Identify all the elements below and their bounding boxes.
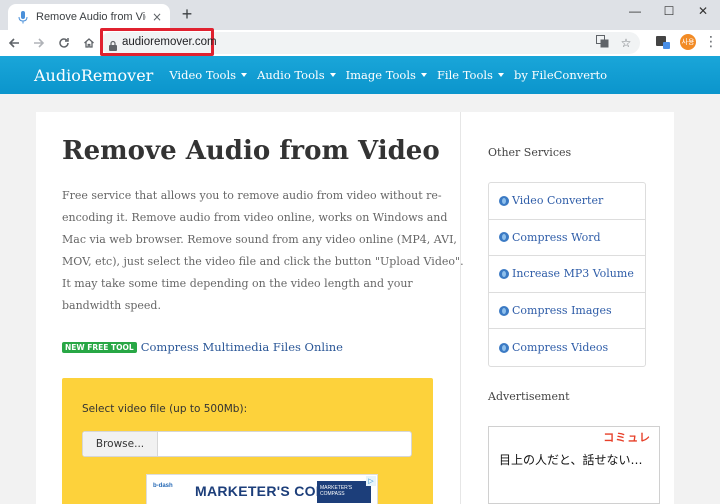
nav-by-fileconverto[interactable]: by FileConverto [514,68,607,82]
site-nav-bar: AudioRemover Video Tools Audio Tools Ima… [0,56,720,94]
browser-tab-bar: Remove Audio from Video Onli × + — ☐ ✕ [0,0,720,30]
nav-audio-tools[interactable]: Audio Tools [257,68,336,82]
sidebar-ad-text: 目上の人だと、話せない… [499,453,643,467]
chevron-down-icon [497,73,504,77]
services-list: Video Converter Compress Word Increase M… [488,182,646,367]
nav-label: File Tools [436,68,493,82]
service-label: Compress Images [512,304,612,318]
new-tab-button[interactable]: + [178,5,196,24]
advertisement-heading: Advertisement [488,390,570,403]
service-increase-mp3-volume[interactable]: Increase MP3 Volume [489,256,645,293]
window-controls: — ☐ ✕ [618,0,720,22]
browse-button[interactable]: Browse... [83,432,158,456]
nav-file-tools[interactable]: File Tools [437,68,504,82]
bookmark-star-icon[interactable]: ☆ [618,35,634,51]
back-icon[interactable] [3,32,25,54]
description-line: Mac via web browser. Remove sound from a… [62,233,457,246]
browser-tab[interactable]: Remove Audio from Video Onli × [8,4,170,30]
sidebar-ad-brand: コミュレ [603,431,651,444]
nav-label: Audio Tools [257,68,325,82]
globe-icon [499,342,509,353]
microphone-icon [16,10,30,24]
forward-icon[interactable] [28,32,50,54]
ad-choices-icon[interactable]: ▷ [366,476,376,486]
ad-banner[interactable]: b-dash MARKETER'S COMPASS MARKETER'S COM… [146,474,378,504]
description-line: MOV, etc), just select the video file an… [62,255,464,268]
description-line: It may take some time depending on the v… [62,277,413,290]
description-line: encoding it. Remove audio from video onl… [62,211,448,224]
other-services-heading: Other Services [488,146,572,159]
upload-label: Select video file (up to 500Mb): [82,403,248,415]
home-icon[interactable] [78,32,100,54]
globe-icon [499,195,509,206]
column-divider [460,112,461,504]
minimize-button[interactable]: — [618,0,652,22]
globe-icon [499,232,509,243]
close-window-button[interactable]: ✕ [686,0,720,22]
description-line: Free service that allows you to remove a… [62,189,442,202]
new-tool-badge: NEW FREE TOOL [62,341,137,353]
nav-label: by FileConverto [513,68,608,82]
chevron-down-icon [329,73,336,77]
ad-book-cover: MARKETER'S COMPASS [317,481,371,503]
description-line: bandwidth speed. [62,299,161,312]
url-text[interactable]: audioremover.com [122,36,217,48]
nav-video-tools[interactable]: Video Tools [169,68,248,82]
browser-toolbar: audioremover.com ☆ 사용 ⋮ [0,28,720,56]
chevron-down-icon [420,73,427,77]
nav-label: Video Tools [169,68,237,82]
service-label: Compress Word [512,230,601,244]
upload-panel: Select video file (up to 500Mb): Browse.… [62,378,433,504]
service-label: Increase MP3 Volume [512,267,634,281]
extension-icon[interactable] [654,33,672,51]
sidebar-ad[interactable]: コミュレ 目上の人だと、話せない… [488,426,660,504]
profile-avatar[interactable]: 사용 [680,34,696,50]
compress-multimedia-link[interactable]: Compress Multimedia Files Online [141,340,343,354]
service-label: Compress Videos [512,341,609,355]
maximize-button[interactable]: ☐ [652,0,686,22]
tab-close-icon[interactable]: × [150,10,164,24]
address-bar[interactable]: audioremover.com ☆ [100,28,640,56]
page-title: Remove Audio from Video [62,136,440,166]
translate-icon[interactable] [594,35,610,51]
promo-row: NEW FREE TOOL Compress Multimedia Files … [62,340,343,354]
ad-logo: b-dash [153,483,173,489]
service-label: Video Converter [512,194,604,208]
globe-icon [499,305,509,316]
service-compress-videos[interactable]: Compress Videos [489,329,645,366]
tab-title: Remove Audio from Video Onli [36,11,146,23]
nav-image-tools[interactable]: Image Tools [346,68,427,82]
globe-icon [499,268,509,279]
browser-menu-icon[interactable]: ⋮ [704,34,718,50]
nav-label: Image Tools [345,68,416,82]
service-compress-images[interactable]: Compress Images [489,293,645,330]
file-input[interactable]: Browse... [82,431,412,457]
service-compress-word[interactable]: Compress Word [489,220,645,257]
lock-icon [108,37,118,51]
site-logo[interactable]: AudioRemover [34,66,153,85]
chevron-down-icon [241,73,248,77]
description: Free service that allows you to remove a… [62,185,464,317]
reload-icon[interactable] [53,32,75,54]
service-video-converter[interactable]: Video Converter [489,183,645,220]
